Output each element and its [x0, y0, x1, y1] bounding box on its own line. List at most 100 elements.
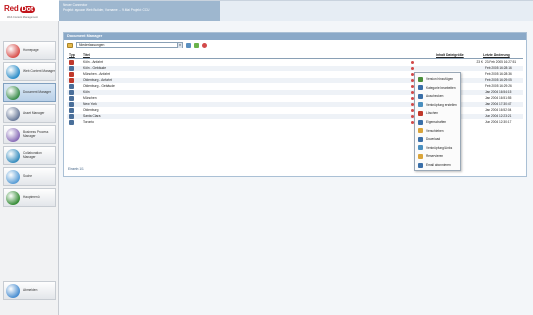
- sidebar-item-asset-manager[interactable]: Asset Manager: [3, 104, 56, 123]
- row-title[interactable]: Köln - Anfahrt: [83, 60, 103, 65]
- paging-info[interactable]: Einzeln 1/1: [68, 167, 84, 171]
- download-icon: [418, 136, 423, 142]
- panel-title: Document Manager: [64, 33, 526, 40]
- context-menu-item[interactable]: Auschecken: [416, 92, 461, 100]
- row-date: Feb 2005 16:29:05: [485, 78, 512, 82]
- sidebar-item-label: Asset Manager: [23, 110, 45, 115]
- logo-dot: Dot: [19, 6, 36, 13]
- folder-select[interactable]: Niederlassungen ▾: [76, 42, 183, 48]
- search-icon: [6, 169, 20, 184]
- top-header: Neuer Connector Projekt: ayouon Web Buil…: [0, 0, 533, 21]
- table-row[interactable]: Köln - Anfahrt 23 K 23.Feb 2005 16:27:51: [67, 60, 523, 65]
- delete-icon: [418, 110, 423, 116]
- column-header-type[interactable]: Typ: [69, 53, 75, 57]
- context-menu-item[interactable]: Löschen: [416, 109, 461, 117]
- context-menu-item[interactable]: Verknüpfung/Links: [416, 144, 461, 152]
- document-type-icon: [69, 96, 74, 101]
- context-menu-item[interactable]: Kategorie bearbeiten: [416, 84, 461, 92]
- folder-toolbar: Niederlassungen ▾: [67, 41, 267, 49]
- category-icon: [418, 85, 423, 91]
- context-menu-label: Verknüpfung erstellen: [426, 102, 457, 107]
- context-menu-item[interactable]: Eigenschaften: [416, 118, 461, 126]
- sidebar-item-label: Document Manager: [23, 89, 51, 94]
- context-menu-item[interactable]: Verknüpfung erstellen: [416, 101, 461, 109]
- row-date: Feb 2005 16:29:26: [485, 84, 512, 88]
- column-header-date[interactable]: Letzte Änderung: [483, 53, 510, 57]
- context-menu-item[interactable]: Reservieren: [416, 152, 461, 160]
- row-title[interactable]: Toronto: [83, 120, 94, 125]
- row-date: Jan 2004 16:51:55: [485, 96, 512, 100]
- sidebar-item-business-process-manager[interactable]: Business Process Manager: [3, 125, 56, 144]
- sidebar-item-document-manager[interactable]: Document Manager: [3, 83, 56, 102]
- column-header-title[interactable]: Titel: [83, 53, 90, 57]
- row-title[interactable]: Köln - Gebäude: [83, 66, 106, 71]
- reserve-icon: [418, 153, 423, 159]
- row-date: 23.Feb 2005 16:27:51: [485, 60, 517, 64]
- row-title[interactable]: München - Anfahrt: [83, 72, 110, 77]
- sidebar-item-web-content-manager[interactable]: Web Content Manager: [3, 62, 56, 81]
- context-menu-label: Verschieben: [426, 128, 444, 133]
- document-type-icon: [69, 102, 74, 107]
- context-menu-item[interactable]: Version hinzufügen: [416, 75, 461, 83]
- context-menu-label: Reservieren: [426, 154, 444, 159]
- row-title[interactable]: Santa Clara: [83, 114, 100, 119]
- context-menu-item[interactable]: Download: [416, 135, 461, 143]
- document-type-icon: [69, 108, 74, 113]
- row-title[interactable]: Oldenburg - Anfahrt: [83, 78, 112, 83]
- row-title[interactable]: Köln: [83, 90, 90, 95]
- go-button[interactable]: [186, 42, 191, 48]
- document-type-icon: [69, 84, 74, 89]
- context-menu-item[interactable]: Email abonnieren: [416, 161, 461, 169]
- document-type-icon: [69, 90, 74, 95]
- logout-label: Abmelden: [23, 287, 38, 292]
- sidebar: Homepage Web Content Manager Document Ma…: [0, 21, 59, 315]
- links-icon: [418, 145, 423, 151]
- email-icon: [418, 162, 423, 168]
- close-icon[interactable]: [202, 42, 207, 48]
- folder-select-value: Niederlassungen: [79, 43, 105, 47]
- row-title[interactable]: Oldenburg - Gebäude: [83, 84, 115, 89]
- asset-icon: [6, 106, 20, 121]
- row-title[interactable]: New York: [83, 102, 97, 107]
- process-icon: [6, 127, 20, 142]
- context-menu-label: Kategorie bearbeiten: [426, 85, 456, 90]
- move-icon: [418, 128, 423, 134]
- logo-subtitle: Web Content Management: [7, 16, 38, 19]
- document-type-icon: [69, 60, 74, 65]
- row-title[interactable]: München: [83, 96, 97, 101]
- row-size: 23 K: [476, 60, 483, 64]
- context-menu-label: Verknüpfung/Links: [426, 145, 453, 150]
- house-icon: [6, 43, 20, 58]
- context-menu-label: Email abonnieren: [426, 163, 451, 167]
- chevron-down-icon[interactable]: ▾: [177, 43, 182, 48]
- sidebar-item-homepage[interactable]: Homepage: [3, 41, 56, 60]
- context-menu-label: Auschecken: [426, 94, 444, 99]
- row-title[interactable]: Oldenburg: [83, 108, 98, 113]
- sidebar-item-label: Hauptmenü: [23, 194, 40, 199]
- column-header-size[interactable]: Inhalt Dateigröße: [436, 53, 464, 57]
- reddot-logo: Red Dot Web Content Management: [4, 4, 54, 22]
- document-type-icon: [69, 72, 74, 77]
- link-icon: [418, 102, 423, 108]
- checkout-icon: [418, 93, 423, 99]
- context-menu-label: Download: [426, 137, 441, 142]
- properties-icon: [418, 119, 423, 125]
- row-action-icon[interactable]: [411, 67, 414, 70]
- table-row[interactable]: Köln - Gebäude Feb 2005 16:28:16: [67, 66, 523, 71]
- sidebar-item-label: Homepage: [23, 47, 39, 52]
- sidebar-item-suche[interactable]: Suche: [3, 167, 56, 186]
- context-menu-item[interactable]: Verschieben: [416, 127, 461, 135]
- sidebar-item-label: Collaboration Manager: [23, 150, 42, 159]
- header-line-1: Neuer Connector: [63, 3, 88, 7]
- sidebar-item-hauptmenue[interactable]: Hauptmenü: [3, 188, 56, 207]
- folder-icon: [67, 42, 73, 48]
- logo-text: Red: [4, 4, 19, 13]
- context-menu: Version hinzufügen Kategorie bearbeiten Au…: [414, 72, 461, 171]
- row-date: Jun 2004 12:30:17: [485, 120, 512, 124]
- row-date: Feb 2005 16:28:16: [485, 66, 512, 70]
- new-document-icon[interactable]: [194, 42, 199, 48]
- logout-button[interactable]: Abmelden: [3, 281, 56, 300]
- sidebar-item-collaboration-manager[interactable]: Collaboration Manager: [3, 146, 56, 165]
- row-action-icon[interactable]: [411, 61, 414, 64]
- add-version-icon: [418, 76, 423, 82]
